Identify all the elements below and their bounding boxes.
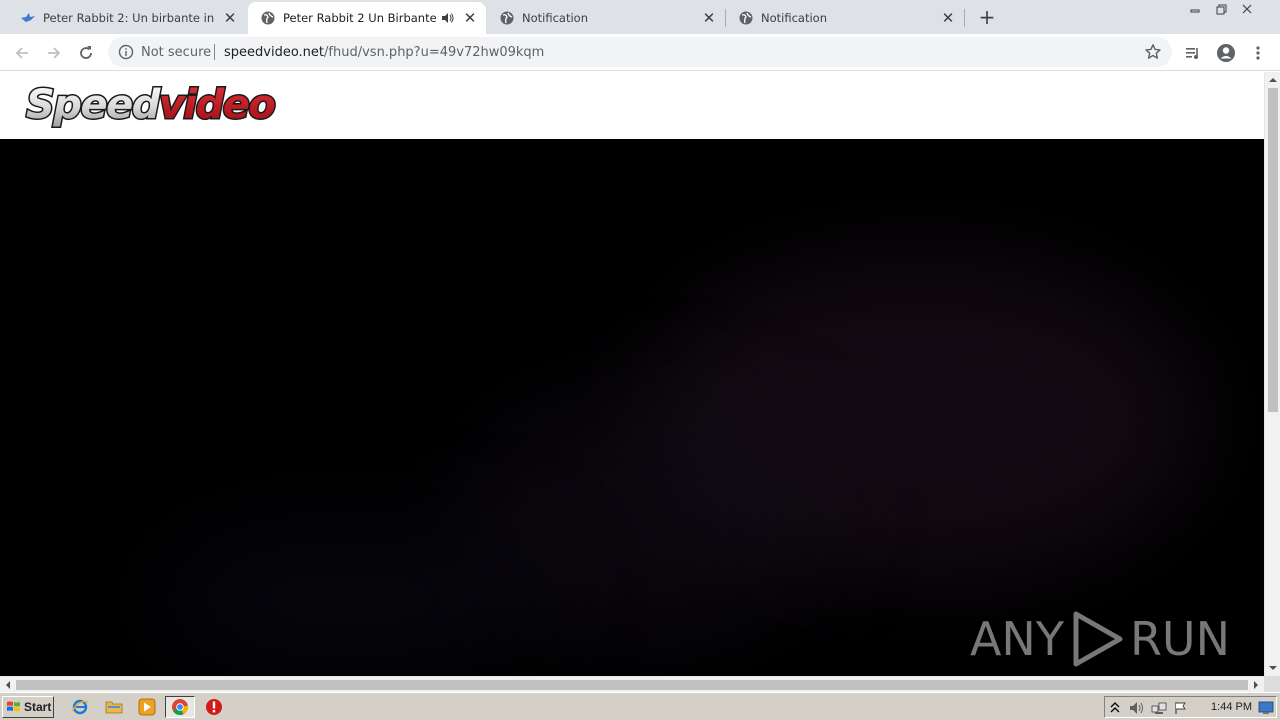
url-text[interactable]: speedvideo.net/fhud/vsn.php?u=49v72hw09k… [224,45,544,60]
globe-icon [738,10,754,26]
menu-kebab-icon[interactable] [1246,41,1270,65]
action-center-flag-icon[interactable] [1173,700,1189,716]
window-controls [1182,0,1260,18]
address-bar[interactable]: Not secure speedvideo.net/fhud/vsn.php?u… [108,37,1172,67]
restore-button[interactable] [1208,0,1234,18]
security-label[interactable]: Not secure [141,45,211,60]
tab-notification-2[interactable]: Notification ✕ [726,2,964,34]
scrollbar-corner [1264,676,1280,692]
scroll-left-icon[interactable] [3,678,13,692]
watermark-any-text: ANY [969,612,1064,666]
profile-avatar-icon[interactable] [1214,41,1238,65]
logo-video-text: video [159,82,276,128]
close-icon[interactable]: ✕ [222,9,238,27]
logo-speed-text: Speed [26,82,161,128]
horizontal-scrollbar[interactable] [0,676,1264,692]
new-tab-button[interactable]: + [976,6,998,28]
tab-peter-rabbit-2[interactable]: Peter Rabbit 2 Un Birbante In F ✕ [248,2,486,34]
url-path: /fhud/vsn.php?u=49v72hw09kqm [324,45,545,60]
speedvideo-logo[interactable]: Speedvideo [24,80,324,132]
bookmark-star-icon[interactable] [1144,43,1162,64]
show-hidden-icons-icon[interactable] [1107,700,1123,716]
tab-separator [964,9,965,27]
volume-icon[interactable] [1129,700,1145,716]
anyrun-watermark: ANY RUN [970,608,1230,670]
tab-peter-rabbit-1[interactable]: Peter Rabbit 2: Un birbante in fuga ( ✕ [0,2,246,34]
tab-title: Peter Rabbit 2 Un Birbante In F [283,11,436,25]
show-desktop-icon[interactable] [1258,700,1274,716]
network-icon[interactable] [1151,700,1167,716]
system-tray: 1:44 PM [1104,696,1277,718]
chrome-icon [172,699,189,715]
tab-strip: Peter Rabbit 2: Un birbante in fuga ( ✕ … [0,0,1280,34]
close-icon[interactable]: ✕ [701,9,717,27]
bird-icon [20,10,36,26]
info-icon[interactable] [118,44,134,63]
video-frame-glow [150,519,550,676]
page-content: Speedvideo ANY RUN [0,72,1264,676]
svg-text:Speedvideo: Speedvideo [26,82,275,128]
minimize-button[interactable] [1182,0,1208,18]
chrome-taskbar-button[interactable] [165,696,195,718]
tab-notification-1[interactable]: Notification ✕ [487,2,725,34]
url-host: speedvideo.net [224,45,325,60]
tab-title: Peter Rabbit 2: Un birbante in fuga ( [43,11,216,25]
start-button[interactable]: Start [2,696,54,718]
file-explorer-icon[interactable] [104,697,124,717]
horizontal-scroll-thumb[interactable] [16,680,1248,690]
globe-icon [260,10,276,26]
tab-title: Notification [522,11,588,25]
close-window-button[interactable] [1234,0,1260,18]
vertical-scrollbar[interactable] [1264,72,1280,676]
close-icon[interactable]: ✕ [462,9,478,27]
clock[interactable]: 1:44 PM [1211,701,1252,713]
scroll-up-icon[interactable] [1266,75,1280,85]
close-icon[interactable]: ✕ [940,9,956,27]
stop-sign-icon[interactable] [204,697,224,717]
vertical-scroll-thumb[interactable] [1268,88,1278,412]
speaker-icon[interactable] [440,10,456,26]
scroll-down-icon[interactable] [1266,663,1280,673]
start-label: Start [24,700,52,714]
tab-title: Notification [761,11,827,25]
scroll-right-icon[interactable] [1251,678,1261,692]
windows-logo-icon [7,701,20,712]
windows-taskbar: Start 1:44 PM [0,692,1280,720]
video-player[interactable]: ANY RUN [0,139,1264,676]
media-player-icon[interactable] [137,697,157,717]
internet-explorer-icon[interactable] [70,697,90,717]
back-button[interactable] [10,41,34,65]
media-control-icon[interactable] [1181,41,1205,65]
forward-button[interactable] [42,41,66,65]
play-logo-icon [1073,611,1123,667]
watermark-run-text: RUN [1129,612,1230,666]
omnibox-divider [214,44,215,60]
globe-icon [499,10,515,26]
reload-button[interactable] [74,41,98,65]
browser-toolbar: Not secure speedvideo.net/fhud/vsn.php?u… [0,34,1280,71]
